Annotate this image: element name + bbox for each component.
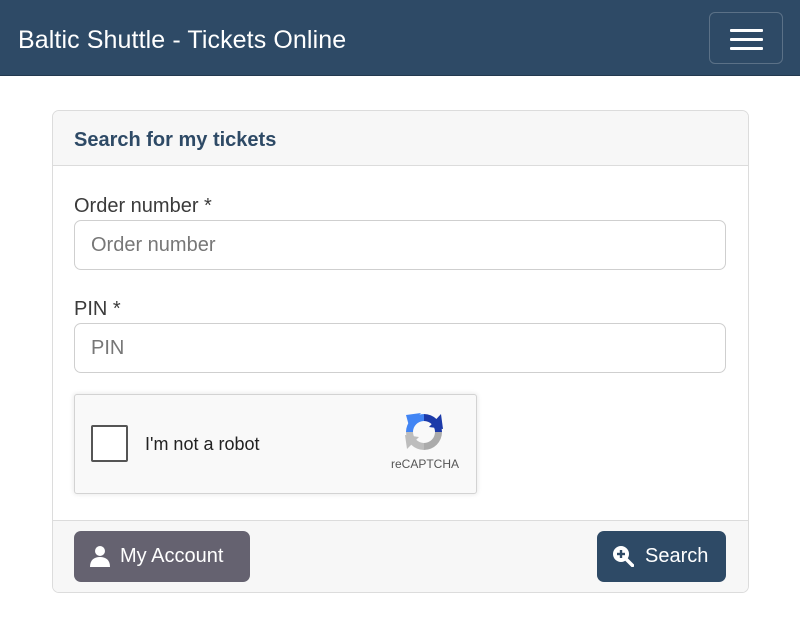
recaptcha-checkbox[interactable] bbox=[91, 425, 128, 462]
my-account-label: My Account bbox=[120, 545, 224, 567]
card-header: Search for my tickets bbox=[53, 111, 748, 166]
card-footer: My Account Search bbox=[53, 520, 748, 592]
order-number-input[interactable] bbox=[74, 220, 726, 270]
recaptcha-brand: reCAPTCHA bbox=[390, 457, 459, 471]
recaptcha-widget: I'm not a robot reCAPTCHA bbox=[74, 394, 477, 494]
card-title: Search for my tickets bbox=[74, 129, 277, 151]
pin-input[interactable] bbox=[74, 323, 726, 373]
pin-label: PIN * bbox=[74, 298, 121, 320]
recaptcha-label: I'm not a robot bbox=[145, 434, 260, 454]
menu-toggle-button[interactable] bbox=[709, 12, 783, 64]
brand-title[interactable]: Baltic Shuttle - Tickets Online bbox=[18, 24, 346, 56]
recaptcha-logo-icon bbox=[405, 413, 443, 450]
my-account-button[interactable]: My Account bbox=[74, 531, 250, 582]
search-plus-icon bbox=[613, 546, 634, 567]
search-label: Search bbox=[645, 545, 709, 567]
navbar: Baltic Shuttle - Tickets Online bbox=[0, 0, 800, 76]
user-icon bbox=[90, 546, 110, 567]
search-tickets-card: Search for my tickets Order number * PIN… bbox=[52, 110, 749, 593]
search-button[interactable]: Search bbox=[597, 531, 726, 582]
order-number-label: Order number * bbox=[74, 195, 212, 217]
